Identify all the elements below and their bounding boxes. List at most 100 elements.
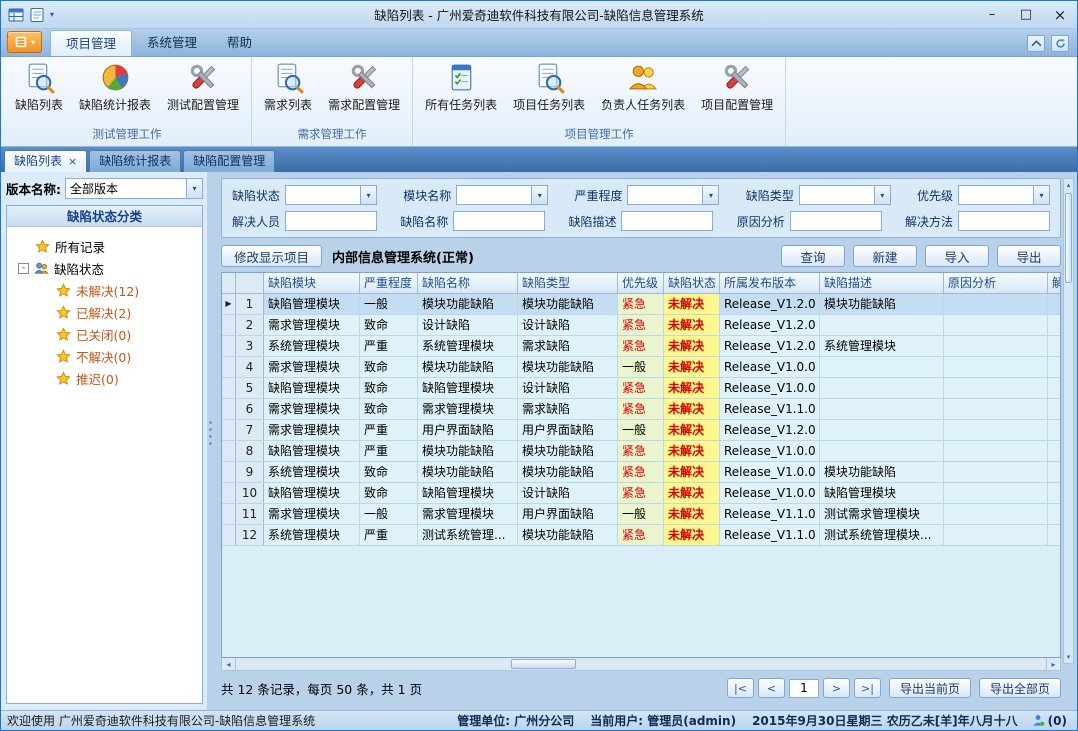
filter-combobox[interactable]	[799, 185, 891, 205]
ribbon-button[interactable]: 所有任务列表	[417, 61, 505, 113]
action-button[interactable]: 查询	[781, 245, 845, 267]
ribbon-button[interactable]: 测试配置管理	[159, 61, 247, 113]
collapse-ribbon-button[interactable]	[1027, 35, 1045, 52]
table-row[interactable]: 5缺陷管理模块致命缺陷管理模块设计缺陷紧急未解决Release_V1.0.0	[222, 378, 1060, 399]
tree-item[interactable]: 未解决(12)	[9, 279, 200, 301]
scrollbar-track[interactable]	[1064, 191, 1073, 651]
table-row[interactable]: 8缺陷管理模块严重模块功能缺陷模块功能缺陷紧急未解决Release_V1.0.0	[222, 441, 1060, 462]
tree-item[interactable]: 已关闭(0)	[9, 323, 200, 345]
close-icon[interactable]: ×	[68, 151, 77, 172]
scrollbar-track[interactable]	[236, 658, 1046, 670]
filter-text-input[interactable]	[285, 211, 377, 231]
chevron-down-icon[interactable]	[186, 179, 202, 198]
tree-item[interactable]: -缺陷状态	[9, 257, 200, 279]
list-icon[interactable]	[29, 7, 45, 23]
scroll-down-icon[interactable]: ▾	[1064, 651, 1073, 663]
filter-combobox[interactable]	[958, 185, 1050, 205]
table-row[interactable]: 6需求管理模块致命需求管理模块需求缺陷紧急未解决Release_V1.1.0	[222, 399, 1060, 420]
minimize-button[interactable]: –	[975, 1, 1009, 28]
scrollbar-thumb[interactable]	[1065, 193, 1072, 283]
version-combobox[interactable]: 全部版本	[65, 178, 203, 199]
table-row[interactable]: 3系统管理模块严重系统管理模块需求缺陷紧急未解决Release_V1.2.0系统…	[222, 336, 1060, 357]
table-row[interactable]: 2需求管理模块致命设计缺陷设计缺陷紧急未解决Release_V1.2.0	[222, 315, 1060, 336]
ribbon-button[interactable]: 需求配置管理	[320, 61, 408, 113]
cell-module: 需求管理模块	[264, 357, 360, 377]
document-tab[interactable]: 缺陷配置管理	[183, 150, 275, 172]
scroll-right-icon[interactable]: ▸	[1046, 658, 1060, 670]
ribbon-button[interactable]: 缺陷列表	[7, 61, 71, 113]
column-header-desc[interactable]: 缺陷描述	[820, 273, 944, 293]
table-row[interactable]: 9系统管理模块致命模块功能缺陷模块功能缺陷紧急未解决Release_V1.0.0…	[222, 462, 1060, 483]
app-icon[interactable]	[8, 7, 24, 23]
ribbon-button[interactable]: 缺陷统计报表	[71, 61, 159, 113]
prev-page-button[interactable]: <	[758, 678, 785, 698]
action-button[interactable]: 导入	[925, 245, 989, 267]
chevron-down-icon[interactable]	[1033, 186, 1049, 204]
horizontal-scrollbar[interactable]: ◂ ▸	[221, 658, 1061, 671]
scroll-left-icon[interactable]: ◂	[222, 658, 236, 670]
menu-tab[interactable]: 项目管理	[50, 30, 132, 56]
collapse-icon[interactable]: -	[18, 263, 29, 274]
filter-text-input[interactable]	[621, 211, 713, 231]
table-row[interactable]: 7需求管理模块严重用户界面缺陷用户界面缺陷一般未解决Release_V1.2.0	[222, 420, 1060, 441]
cell-type: 需求缺陷	[518, 336, 618, 356]
column-header-module[interactable]: 缺陷模块	[264, 273, 360, 293]
ribbon-button[interactable]: 负责人任务列表	[593, 61, 693, 113]
filter-combobox[interactable]	[627, 185, 719, 205]
refresh-button[interactable]	[1051, 35, 1069, 52]
splitter-grip-icon[interactable]	[209, 419, 212, 449]
chevron-down-icon[interactable]	[531, 186, 547, 204]
close-button[interactable]: ×	[1043, 1, 1077, 28]
column-header-severity[interactable]: 严重程度	[360, 273, 418, 293]
next-page-button[interactable]: >	[823, 678, 850, 698]
modify-columns-button[interactable]: 修改显示项目	[221, 245, 322, 267]
last-page-button[interactable]: >|	[854, 678, 881, 698]
table-row[interactable]: 10缺陷管理模块致命缺陷管理模块设计缺陷紧急未解决Release_V1.0.0缺…	[222, 483, 1060, 504]
chevron-down-icon[interactable]	[360, 186, 376, 204]
chevron-down-icon[interactable]	[874, 186, 890, 204]
page-number-input[interactable]	[789, 679, 819, 698]
tree-item[interactable]: 不解决(0)	[9, 345, 200, 367]
first-page-button[interactable]: |<	[727, 678, 754, 698]
column-header-release[interactable]: 所属发布版本	[720, 273, 820, 293]
document-tab[interactable]: 缺陷统计报表	[89, 150, 181, 172]
ribbon-button[interactable]: 项目配置管理	[693, 61, 781, 113]
column-header-status[interactable]: 缺陷状态	[664, 273, 720, 293]
table-row[interactable]: 11需求管理模块一般需求管理模块用户界面缺陷一般未解决Release_V1.1.…	[222, 504, 1060, 525]
scroll-up-icon[interactable]: ▴	[1064, 179, 1073, 191]
maximize-button[interactable]: □	[1009, 1, 1043, 28]
menu-tab[interactable]: 系统管理	[132, 30, 212, 56]
action-button[interactable]: 新建	[853, 245, 917, 267]
ribbon-button[interactable]: 需求列表	[256, 61, 320, 113]
tree-item[interactable]: 推迟(0)	[9, 367, 200, 389]
filter-text-input[interactable]	[790, 211, 882, 231]
chevron-down-icon[interactable]: ▾	[50, 10, 54, 19]
cell-severity: 一般	[360, 504, 418, 524]
export-all-pages-button[interactable]: 导出全部页	[979, 678, 1061, 698]
tree-item[interactable]: 所有记录	[9, 235, 200, 257]
ribbon-button[interactable]: 项目任务列表	[505, 61, 593, 113]
document-tab-label: 缺陷统计报表	[99, 151, 171, 172]
table-row[interactable]: ▶1缺陷管理模块一般模块功能缺陷模块功能缺陷紧急未解决Release_V1.2.…	[222, 294, 1060, 315]
menu-tab[interactable]: 帮助	[212, 30, 267, 56]
column-header-cause[interactable]: 原因分析	[944, 273, 1048, 293]
export-current-page-button[interactable]: 导出当前页	[889, 678, 971, 698]
cell-solution	[1048, 357, 1060, 377]
filter-combobox[interactable]	[456, 185, 548, 205]
filter-text-input[interactable]	[958, 211, 1050, 231]
document-tab[interactable]: 缺陷列表 ×	[4, 150, 87, 172]
application-menu-button[interactable]: ▾	[7, 31, 42, 53]
scrollbar-thumb[interactable]	[511, 659, 576, 669]
vertical-scrollbar[interactable]: ▴ ▾	[1063, 178, 1074, 664]
column-header-name[interactable]: 缺陷名称	[418, 273, 518, 293]
column-header-priority[interactable]: 优先级	[618, 273, 664, 293]
action-button[interactable]: 导出	[997, 245, 1061, 267]
filter-text-input[interactable]	[453, 211, 545, 231]
filter-combobox[interactable]	[285, 185, 377, 205]
tree-item[interactable]: 已解决(2)	[9, 301, 200, 323]
column-header-type[interactable]: 缺陷类型	[518, 273, 618, 293]
chevron-down-icon[interactable]	[702, 186, 718, 204]
table-row[interactable]: 12系统管理模块严重测试系统管理...模块功能缺陷紧急未解决Release_V1…	[222, 525, 1060, 546]
table-row[interactable]: 4需求管理模块致命模块功能缺陷模块功能缺陷一般未解决Release_V1.0.0	[222, 357, 1060, 378]
column-header-solution[interactable]: 解决方法	[1048, 273, 1060, 293]
